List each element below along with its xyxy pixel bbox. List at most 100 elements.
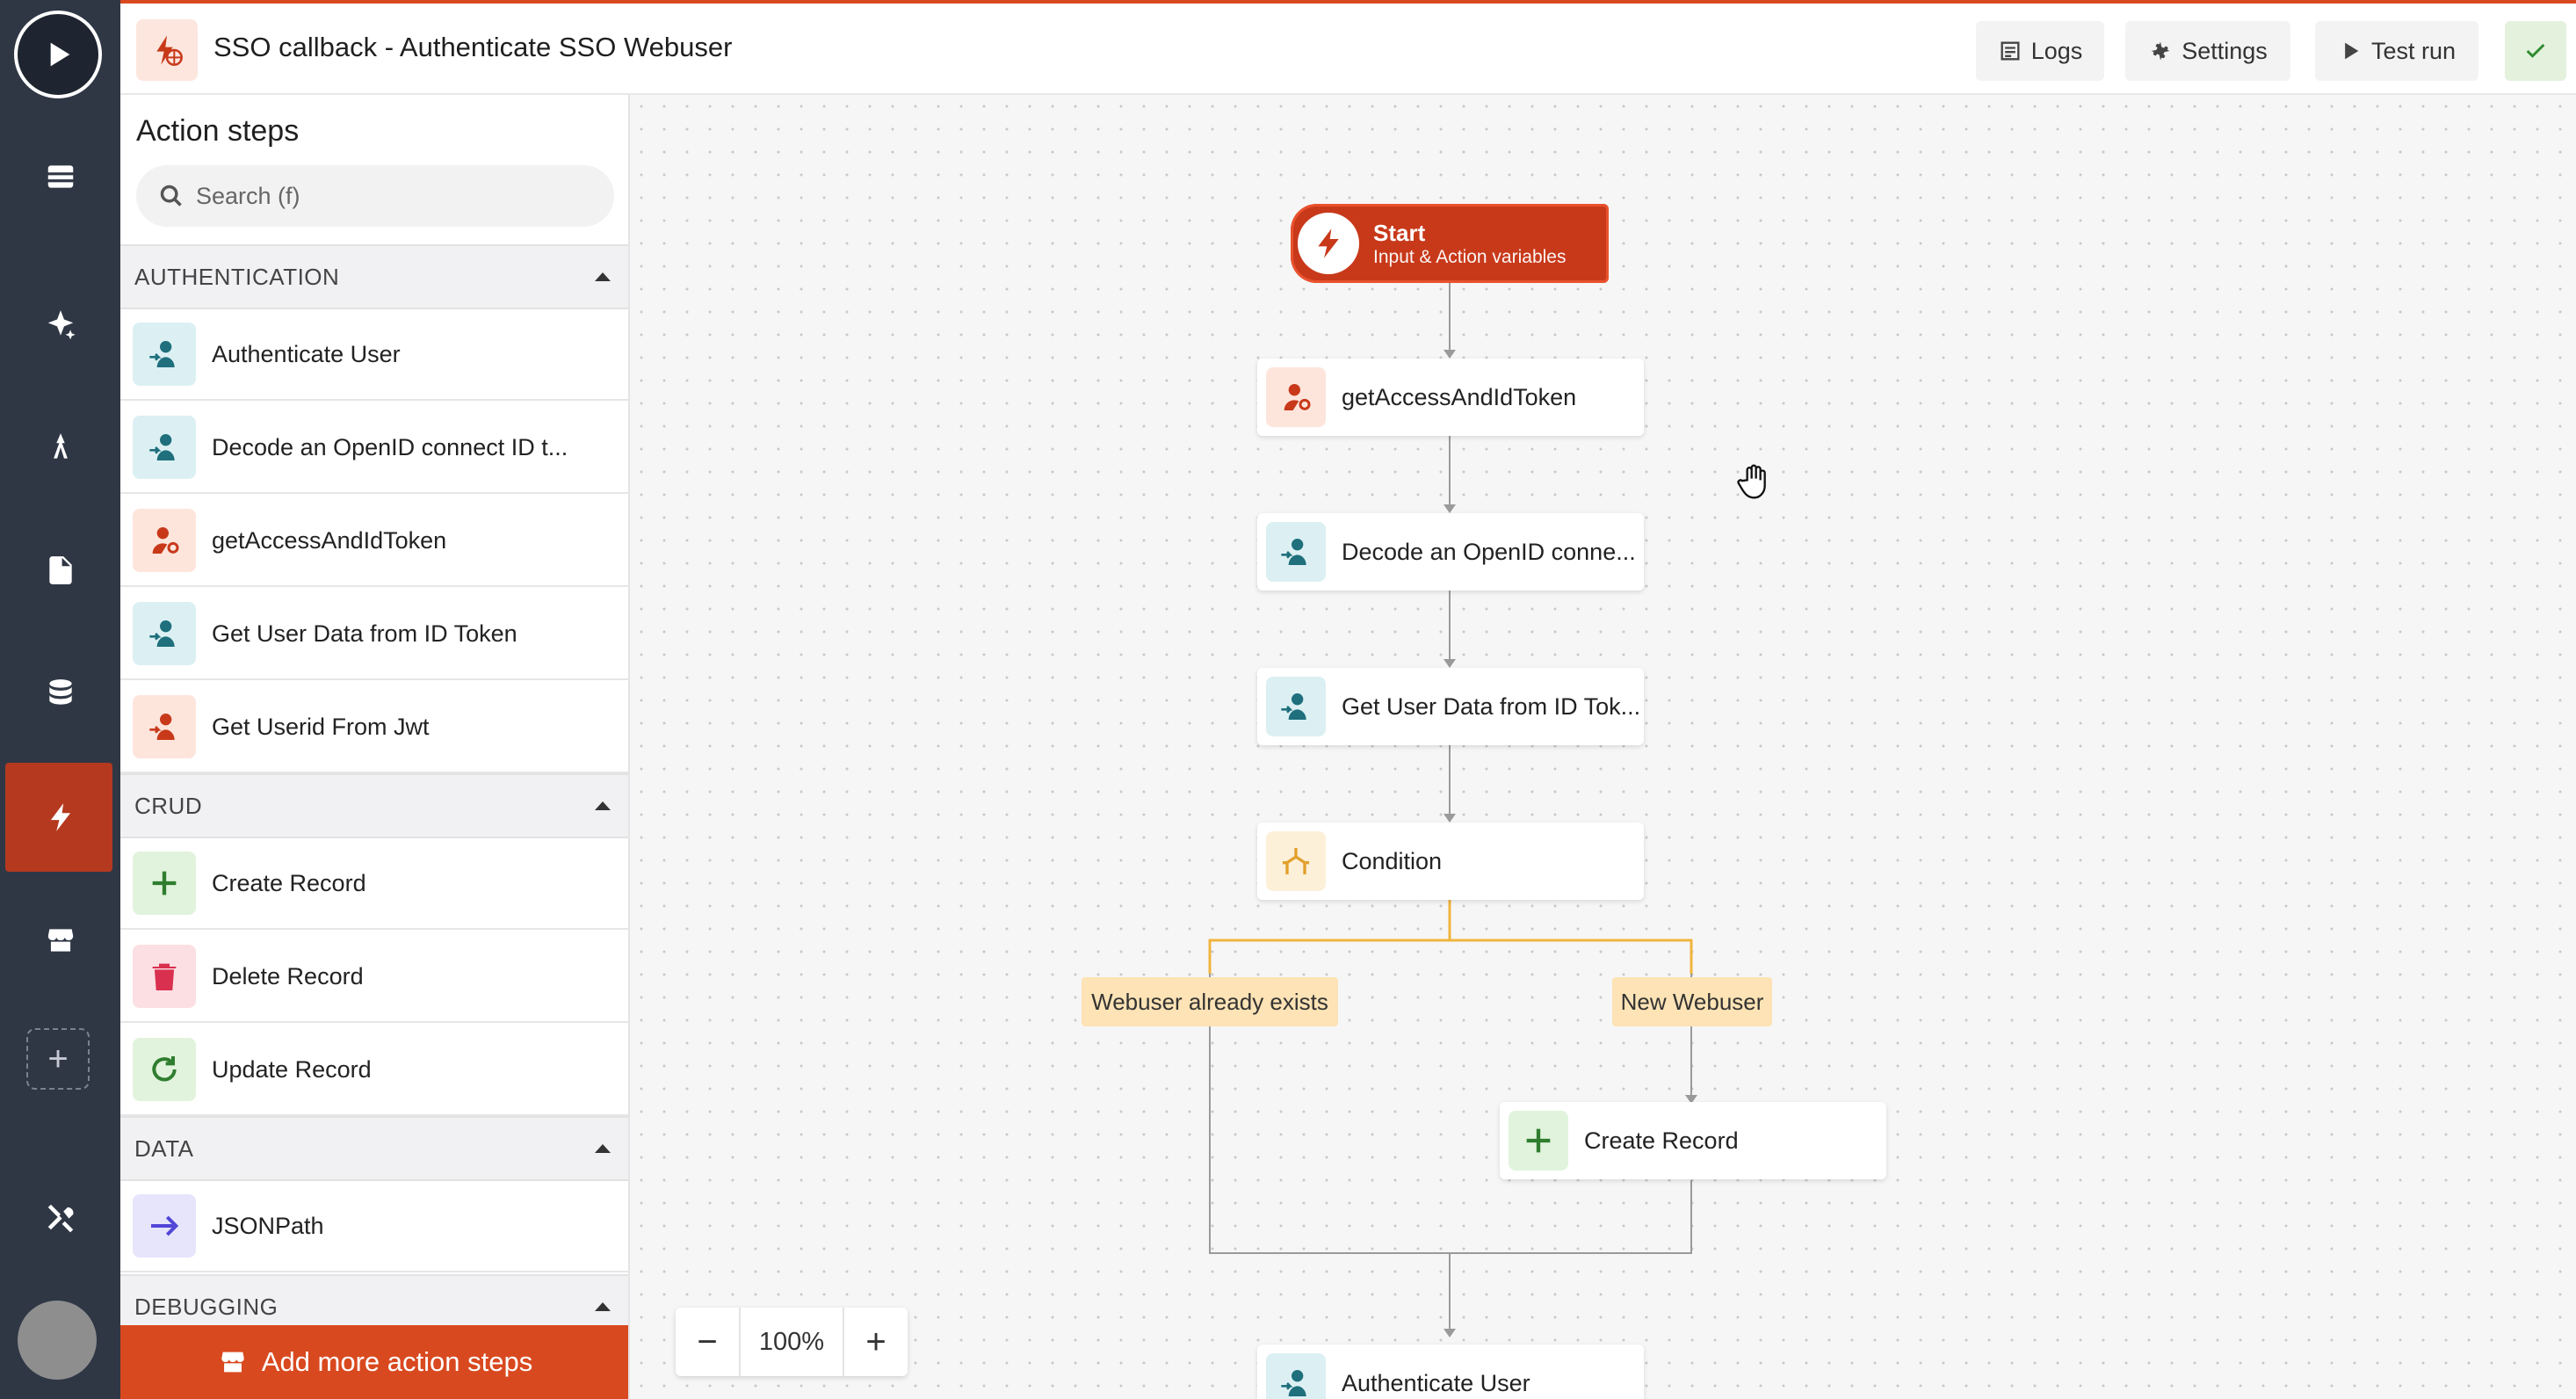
flow-node-get-access[interactable]: getAccessAndIdToken <box>1257 359 1644 436</box>
branch-label-new[interactable]: New Webuser <box>1612 977 1772 1026</box>
list-item[interactable]: Create Record <box>120 838 628 930</box>
store-icon <box>47 929 73 952</box>
flow-node-create-record[interactable]: Create Record <box>1500 1102 1886 1179</box>
tools-icon <box>47 1204 73 1233</box>
list-item[interactable]: JSONPath <box>120 1181 628 1272</box>
node-label: Create Record <box>1584 1127 1739 1154</box>
caret-up-icon[interactable] <box>595 272 611 281</box>
flow-node-condition[interactable]: Condition <box>1257 823 1644 900</box>
section-crud[interactable]: CRUD <box>120 773 628 838</box>
list-item[interactable]: Update Record <box>120 1025 628 1116</box>
zoom-out-button[interactable]: − <box>676 1308 739 1376</box>
branch-label-exists[interactable]: Webuser already exists <box>1082 977 1338 1026</box>
search-box[interactable] <box>136 165 614 227</box>
list-item-label: Delete Record <box>212 962 364 989</box>
logs-icon <box>2001 41 2020 61</box>
rail-tools-button[interactable] <box>0 1169 120 1265</box>
zoom-in-button[interactable]: + <box>844 1308 908 1376</box>
panel-title: Action steps <box>136 114 300 148</box>
rail-store-button[interactable] <box>0 892 120 989</box>
caret-up-icon[interactable] <box>595 801 611 810</box>
auth-user-icon <box>1266 1353 1326 1399</box>
flow-canvas[interactable]: Start Input & Action variables getAccess… <box>630 95 2576 1399</box>
logs-label: Logs <box>2030 37 2083 64</box>
rail-add-button[interactable]: + <box>26 1028 90 1090</box>
list-item[interactable]: Delete Record <box>120 931 628 1023</box>
database-icon <box>48 679 72 705</box>
refresh-icon <box>133 1038 196 1101</box>
rail-data-button[interactable] <box>0 128 120 225</box>
settings-label: Settings <box>2182 37 2268 64</box>
section-label: DATA <box>134 1134 194 1162</box>
list-item-label: Create Record <box>212 869 366 896</box>
rail-ai-button[interactable] <box>0 276 120 373</box>
list-item[interactable]: getAccessAndIdToken <box>120 496 628 587</box>
node-label: getAccessAndIdToken <box>1342 383 1577 410</box>
auth-user-icon <box>1266 677 1326 736</box>
section-label: AUTHENTICATION <box>134 263 340 290</box>
list-item-label: Update Record <box>212 1055 372 1083</box>
section-authentication[interactable]: AUTHENTICATION <box>120 244 628 309</box>
arrow-right-icon <box>133 1194 196 1258</box>
test-run-button[interactable]: Test run <box>2315 21 2478 81</box>
branch-icon <box>1266 831 1326 891</box>
user-key-icon <box>133 509 196 572</box>
list-item-label: Get User Data from ID Token <box>212 620 517 647</box>
settings-button[interactable]: Settings <box>2125 21 2290 81</box>
flow-node-authenticate[interactable]: Authenticate User <box>1257 1345 1644 1399</box>
plus-icon: + <box>47 1039 69 1078</box>
caret-up-icon[interactable] <box>595 1302 611 1311</box>
auth-user-icon <box>1266 522 1326 582</box>
auth-user-icon <box>133 323 196 386</box>
trash-icon <box>133 945 196 1008</box>
rail-actions-button[interactable] <box>0 769 120 866</box>
list-item[interactable]: Authenticate User <box>120 309 628 401</box>
auth-user-icon <box>133 602 196 665</box>
auth-user-icon <box>133 416 196 479</box>
section-label: DEBUGGING <box>134 1293 279 1320</box>
top-header: SSO callback - Authenticate SSO Webuser … <box>120 0 2576 95</box>
zoom-controls: − 100% + <box>676 1308 908 1376</box>
plus-icon <box>1509 1111 1568 1171</box>
list-item[interactable]: Decode an OpenID connect ID t... <box>120 402 628 494</box>
list-item-label: Authenticate User <box>212 340 401 367</box>
pen-tool-icon <box>53 433 68 459</box>
play-button[interactable] <box>14 11 102 98</box>
rail-design-button[interactable] <box>0 399 120 496</box>
list-item[interactable]: Get Userid From Jwt <box>120 682 628 773</box>
list-item-label: Get Userid From Jwt <box>212 713 430 740</box>
flow-node-get-user-data[interactable]: Get User Data from ID Tok... <box>1257 668 1644 745</box>
sparkle-icon <box>47 310 76 340</box>
start-subtitle: Input & Action variables <box>1373 246 1567 267</box>
search-icon <box>160 185 182 207</box>
user-arrow-icon <box>133 695 196 758</box>
node-label: Condition <box>1342 847 1443 874</box>
logs-button[interactable]: Logs <box>1976 21 2104 81</box>
avatar[interactable] <box>18 1301 97 1380</box>
flow-node-decode[interactable]: Decode an OpenID conne... <box>1257 513 1644 591</box>
action-steps-panel: Action steps AUTHENTICATION Authenticate… <box>120 95 630 1399</box>
search-input[interactable] <box>196 182 582 210</box>
node-label: Get User Data from ID Tok... <box>1342 692 1641 720</box>
section-label: CRUD <box>134 792 203 819</box>
store-icon <box>221 1352 244 1373</box>
add-more-action-steps-button[interactable]: Add more action steps <box>120 1325 628 1399</box>
save-check-button[interactable] <box>2505 21 2566 81</box>
user-key-icon <box>1266 367 1326 427</box>
node-label: Decode an OpenID conne... <box>1342 538 1636 565</box>
list-item[interactable]: Get User Data from ID Token <box>120 589 628 680</box>
gear-icon <box>2151 41 2170 61</box>
app-rail: + <box>0 0 120 1399</box>
zoom-level: 100% <box>739 1308 844 1376</box>
caret-up-icon[interactable] <box>595 1144 611 1153</box>
rail-pages-button[interactable] <box>0 522 120 619</box>
list-item-label: JSONPath <box>212 1212 324 1239</box>
bolt-icon <box>1298 213 1359 274</box>
node-label: Authenticate User <box>1342 1369 1530 1396</box>
list-item-label: Decode an OpenID connect ID t... <box>212 433 568 460</box>
check-icon <box>2526 43 2545 58</box>
start-node[interactable]: Start Input & Action variables <box>1291 204 1609 283</box>
rail-database-button[interactable] <box>0 645 120 742</box>
section-data[interactable]: DATA <box>120 1116 628 1181</box>
list-item-label: getAccessAndIdToken <box>212 526 447 554</box>
